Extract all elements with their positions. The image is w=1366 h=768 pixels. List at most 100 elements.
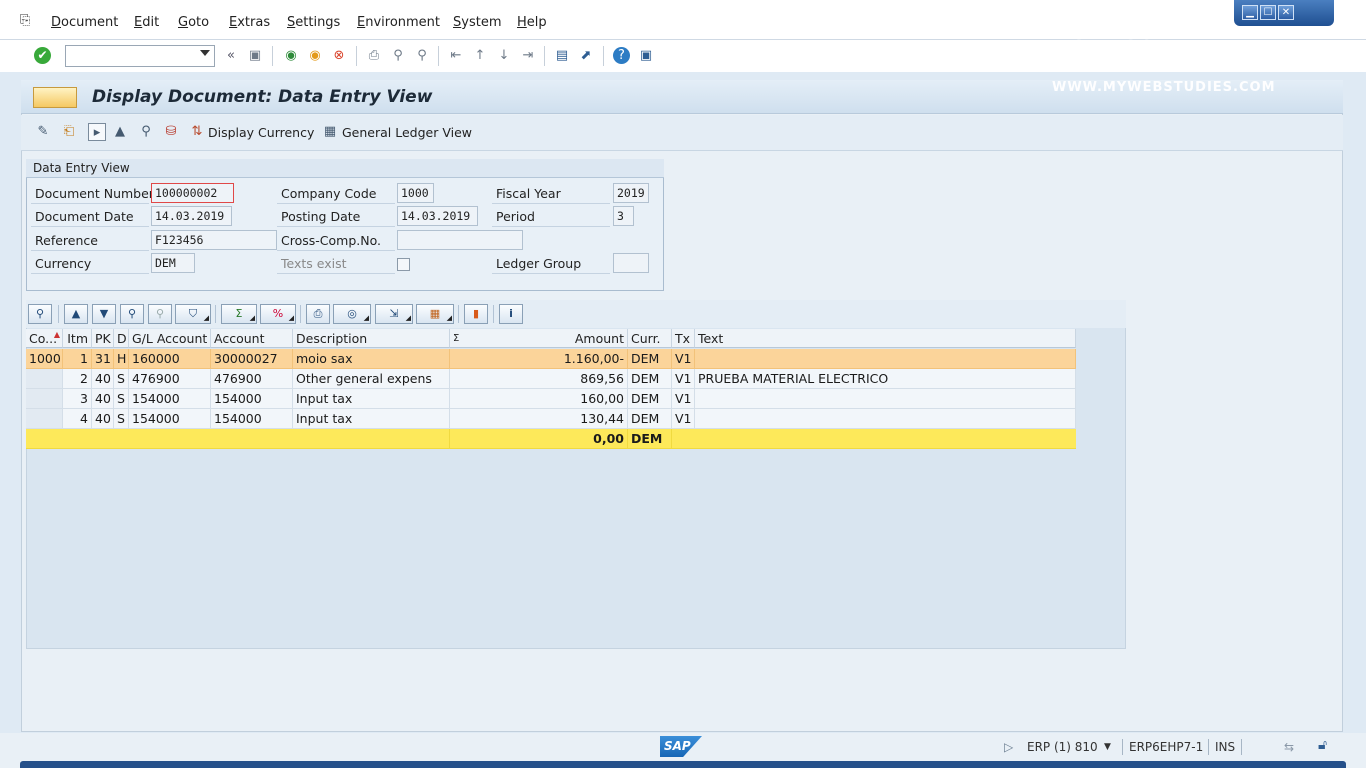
back-icon[interactable]: ◉ — [282, 47, 300, 65]
column-header-gl-account[interactable]: G/L Account — [129, 329, 211, 348]
menu-help[interactable]: Help — [517, 15, 547, 30]
document-search-icon[interactable]: ⚲ — [137, 123, 155, 141]
cross-comp-label: Cross-Comp.No. — [281, 233, 381, 248]
find-next-icon[interactable]: ⚲ — [148, 304, 172, 324]
company-code-field[interactable]: 1000 — [397, 183, 434, 203]
collapse-up-icon[interactable]: ▲ — [111, 123, 129, 141]
cross-comp-field[interactable] — [397, 230, 523, 250]
texts-exist-label: Texts exist — [281, 256, 347, 271]
display-currency-button[interactable]: Display Currency — [208, 125, 314, 140]
table-row[interactable]: 2 40 S 476900 476900 Other general expen… — [26, 369, 1076, 389]
menu-settings[interactable]: Settings — [287, 15, 340, 30]
find-icon[interactable]: ⚲ — [120, 304, 144, 324]
expand-icon[interactable]: ▸ — [88, 123, 106, 141]
label-underline — [492, 273, 610, 274]
new-session-icon[interactable]: ▤ — [553, 47, 571, 65]
currency-field[interactable]: DEM — [151, 253, 195, 273]
menu-edit[interactable]: Edit — [134, 15, 159, 30]
column-header-itm[interactable]: Itm — [63, 329, 92, 348]
display-currency-icon[interactable]: ⇅ — [188, 123, 206, 141]
column-header-amount[interactable]: Σ Amount — [450, 329, 628, 348]
grid-toolbar-separator — [493, 305, 494, 323]
period-field[interactable]: 3 — [613, 206, 634, 226]
grid-toolbar-separator — [300, 305, 301, 323]
general-ledger-view-icon[interactable]: ▦ — [321, 123, 339, 141]
previous-page-icon[interactable]: ↑ — [471, 47, 489, 65]
find-next-icon[interactable]: ⚲ — [413, 47, 431, 65]
column-header-tx[interactable]: Tx — [672, 329, 695, 348]
column-header-d[interactable]: D — [114, 329, 129, 348]
menu-system[interactable]: System — [453, 15, 502, 30]
total-icon[interactable]: Σ ◢ — [221, 304, 257, 324]
help-icon[interactable]: ? — [613, 47, 630, 64]
page-title: Display Document: Data Entry View — [92, 87, 433, 107]
general-ledger-view-button[interactable]: General Ledger View — [342, 125, 472, 140]
customize-layout-icon[interactable]: ▣ — [637, 47, 655, 65]
menu-goto[interactable]: Goto — [178, 15, 209, 30]
column-header-text[interactable]: Text — [695, 329, 1076, 348]
filter-icon[interactable]: ⛉ ◢ — [175, 304, 211, 324]
column-header-account[interactable]: Account — [211, 329, 293, 348]
column-header-co[interactable]: Co... ▲ — [26, 329, 63, 348]
document-date-field[interactable]: 14.03.2019 — [151, 206, 232, 226]
export-icon[interactable]: ⇲ ◢ — [375, 304, 413, 324]
command-field-dropdown-icon[interactable] — [200, 50, 210, 56]
last-page-icon[interactable]: ⇥ — [519, 47, 537, 65]
total-row[interactable]: ▪ 0,00 DEM — [26, 429, 1076, 449]
column-header-currency[interactable]: Curr. — [628, 329, 672, 348]
first-page-icon[interactable]: ⇤ — [447, 47, 465, 65]
cell-pk: 40 — [92, 389, 114, 409]
ledger-group-field[interactable] — [613, 253, 649, 273]
views-icon[interactable]: ◎ ◢ — [333, 304, 371, 324]
minimize-button[interactable]: ▁ — [1242, 5, 1258, 20]
currency-label: Currency — [35, 256, 92, 271]
cell-currency: DEM — [628, 409, 672, 429]
title-menu-icon[interactable] — [33, 87, 77, 108]
table-row[interactable]: 4 40 S 154000 154000 Input tax 130,44 DE… — [26, 409, 1076, 429]
status-toggle-icon[interactable]: ▷ — [1004, 740, 1013, 754]
cancel-icon[interactable]: ⊗ — [330, 47, 348, 65]
cell-gl-account: 476900 — [129, 369, 211, 389]
find-icon[interactable]: ⚲ — [389, 47, 407, 65]
menu-extras[interactable]: Extras — [229, 15, 270, 30]
column-header-pk[interactable]: PK — [92, 329, 114, 348]
collapse-icon[interactable]: « — [222, 47, 240, 65]
system-dropdown-icon[interactable]: ▼ — [1104, 742, 1111, 752]
next-page-icon[interactable]: ↓ — [495, 47, 513, 65]
cell-d: H — [114, 349, 129, 369]
table-row[interactable]: 1000 1 31 H 160000 30000027 moio sax 1.1… — [26, 349, 1076, 369]
reference-field[interactable]: F123456 — [151, 230, 277, 250]
menu-document[interactable]: Document — [51, 15, 118, 30]
document-number-field[interactable]: 100000002 — [151, 183, 234, 203]
display-change-icon[interactable]: ✎ — [34, 123, 52, 141]
other-document-icon[interactable]: ⎗ — [60, 123, 78, 141]
cell-itm: 1 — [63, 349, 92, 369]
save-icon[interactable]: ▣ — [246, 47, 264, 65]
print-icon[interactable]: ⎙ — [365, 47, 383, 65]
fiscal-year-field[interactable]: 2019 — [613, 183, 649, 203]
column-header-description[interactable]: Description — [293, 329, 450, 348]
menu-environment[interactable]: Environment — [357, 15, 440, 30]
graphic-icon[interactable]: ▮ — [464, 304, 488, 324]
command-field[interactable] — [65, 45, 215, 67]
layout-icon[interactable]: ▦ ◢ — [416, 304, 454, 324]
information-icon[interactable]: i — [499, 304, 523, 324]
close-button[interactable]: ✕ — [1278, 5, 1294, 20]
sort-ascending-icon[interactable]: ▲ — [64, 304, 88, 324]
sort-descending-icon[interactable]: ▼ — [92, 304, 116, 324]
lock-icon[interactable]: 🔓︎ — [1318, 737, 1327, 753]
details-icon[interactable]: ⚲ — [28, 304, 52, 324]
taxes-icon[interactable]: ⛁ — [162, 123, 180, 141]
texts-exist-checkbox[interactable] — [397, 258, 410, 271]
posting-date-field[interactable]: 14.03.2019 — [397, 206, 478, 226]
table-row[interactable]: 3 40 S 154000 154000 Input tax 160,00 DE… — [26, 389, 1076, 409]
shortcut-icon[interactable]: ⬈ — [577, 47, 595, 65]
print-preview-icon[interactable]: ⎙ — [306, 304, 330, 324]
enter-check-icon[interactable]: ✔ — [34, 47, 51, 64]
exit-icon[interactable]: ◉ — [306, 47, 324, 65]
toolbar-separator — [544, 46, 545, 66]
maximize-button[interactable]: ☐ — [1260, 5, 1276, 20]
menu-exit-icon[interactable]: ⎘ — [20, 14, 36, 28]
cell-d: S — [114, 369, 129, 389]
subtotal-icon[interactable]: % ◢ — [260, 304, 296, 324]
